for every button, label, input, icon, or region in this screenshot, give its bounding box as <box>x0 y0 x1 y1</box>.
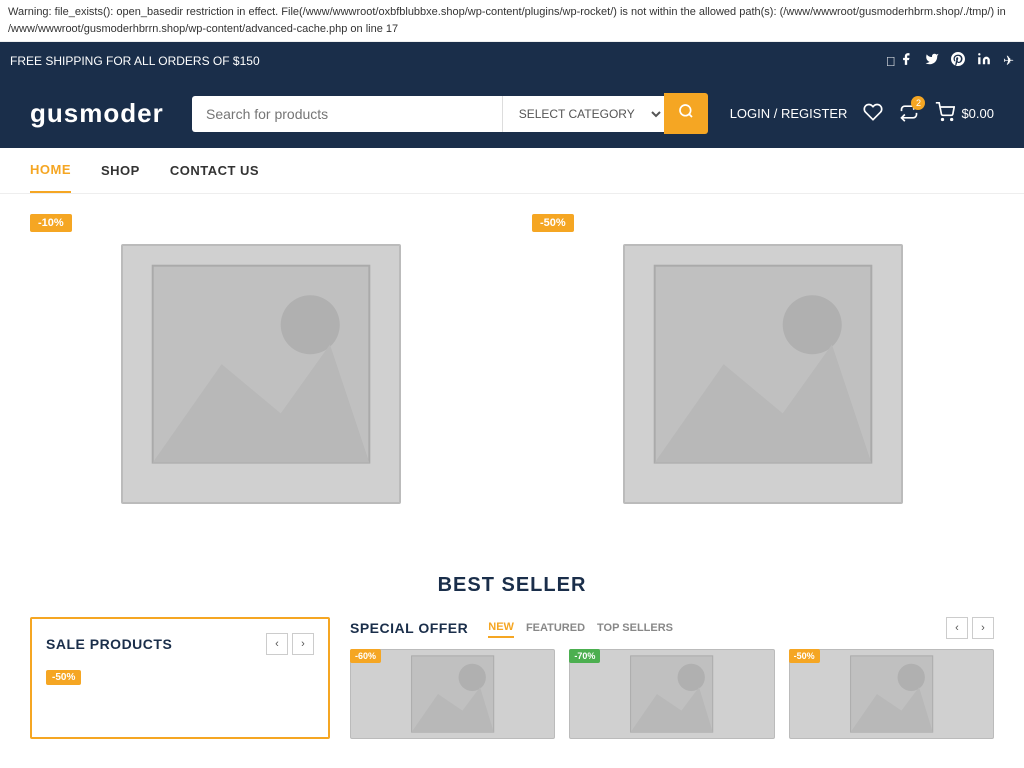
cart-wrap[interactable]: $0.00 <box>935 102 994 125</box>
warning-text: Warning: file_exists(): open_basedir res… <box>8 6 1006 35</box>
sale-product-item: -50% <box>46 667 314 691</box>
wishlist-icon-wrap[interactable] <box>863 102 883 125</box>
offer-product-1-image <box>350 649 555 739</box>
hero-product-2-image <box>623 244 903 504</box>
warning-bar: Warning: file_exists(): open_basedir res… <box>0 0 1024 42</box>
hero-product-1: -10% <box>30 214 492 534</box>
offer-product-2-badge: -70% <box>569 649 600 663</box>
sale-products-title: SALE PRODUCTS <box>46 636 172 652</box>
offer-product-1-badge: -60% <box>350 649 381 663</box>
social-icons-group:  ✈ <box>886 52 1014 69</box>
heart-icon <box>863 102 883 122</box>
hero-product-2-badge: -50% <box>532 214 574 232</box>
login-register-link[interactable]: LOGIN / REGISTER <box>730 106 848 121</box>
offer-tab-new[interactable]: NEW <box>488 618 514 638</box>
sale-nav-arrows: ‹ › <box>266 633 314 655</box>
search-button[interactable] <box>664 93 708 134</box>
pinterest-icon[interactable] <box>951 52 965 69</box>
search-container: SELECT CATEGORY <box>190 91 710 136</box>
shipping-bar: FREE SHIPPING FOR ALL ORDERS OF $150  ✈ <box>0 42 1024 79</box>
cart-icon <box>935 102 955 122</box>
shipping-text: FREE SHIPPING FOR ALL ORDERS OF $150 <box>10 54 260 68</box>
offer-product-2-image <box>569 649 774 739</box>
hero-product-2: -50% <box>532 214 994 534</box>
sale-product-badge: -50% <box>46 670 81 685</box>
search-input[interactable] <box>192 96 502 132</box>
best-seller-title: BEST SELLER <box>30 574 994 597</box>
nav-item-shop[interactable]: SHOP <box>101 149 140 192</box>
offer-product-3: -50% <box>789 649 994 739</box>
special-offer-box: SPECIAL OFFER NEW FEATURED TOP SELLERS ‹… <box>350 617 994 739</box>
offer-tab-featured[interactable]: FEATURED <box>526 619 585 637</box>
hero-product-1-image <box>121 244 401 504</box>
compare-icon-wrap[interactable]: 2 <box>899 102 919 125</box>
offer-product-1: -60% <box>350 649 555 739</box>
hero-product-1-badge: -10% <box>30 214 72 232</box>
header-actions: LOGIN / REGISTER 2 $0.00 <box>730 102 994 125</box>
twitter-icon[interactable] <box>925 52 939 69</box>
facebook-icon[interactable]:  <box>886 52 913 69</box>
special-offer-header: SPECIAL OFFER NEW FEATURED TOP SELLERS ‹… <box>350 617 994 639</box>
main-nav: HOME SHOP CONTACT US <box>0 148 1024 194</box>
best-seller-section: BEST SELLER <box>0 554 1024 607</box>
cart-icon-wrap <box>935 102 955 125</box>
offer-nav-arrows: ‹ › <box>946 617 994 639</box>
sale-products-box: SALE PRODUCTS ‹ › -50% <box>30 617 330 739</box>
logo[interactable]: gusmoder <box>30 98 170 129</box>
offer-product-3-badge: -50% <box>789 649 820 663</box>
telegram-icon[interactable]: ✈ <box>1003 53 1014 69</box>
special-offer-title: SPECIAL OFFER <box>350 620 468 636</box>
compare-badge: 2 <box>911 96 925 110</box>
offer-prev-button[interactable]: ‹ <box>946 617 968 639</box>
offer-product-2: -70% <box>569 649 774 739</box>
category-select[interactable]: SELECT CATEGORY <box>502 96 664 132</box>
linkedin-icon[interactable] <box>977 52 991 69</box>
offer-next-button[interactable]: › <box>972 617 994 639</box>
nav-item-home[interactable]: HOME <box>30 148 71 193</box>
nav-item-contact[interactable]: CONTACT US <box>170 149 259 192</box>
bottom-sections: SALE PRODUCTS ‹ › -50% SPECIAL OFFER NEW… <box>0 607 1024 759</box>
offer-products: -60% -70% <box>350 649 994 739</box>
hero-products: -10% -50% <box>0 194 1024 554</box>
offer-product-3-image <box>789 649 994 739</box>
offer-tab-top-sellers[interactable]: TOP SELLERS <box>597 619 673 637</box>
cart-price: $0.00 <box>961 106 994 121</box>
header: gusmoder SELECT CATEGORY LOGIN / REGISTE… <box>0 79 1024 148</box>
sale-prev-button[interactable]: ‹ <box>266 633 288 655</box>
sale-next-button[interactable]: › <box>292 633 314 655</box>
sale-products-header: SALE PRODUCTS ‹ › <box>46 633 314 655</box>
offer-tabs: NEW FEATURED TOP SELLERS <box>488 618 673 638</box>
